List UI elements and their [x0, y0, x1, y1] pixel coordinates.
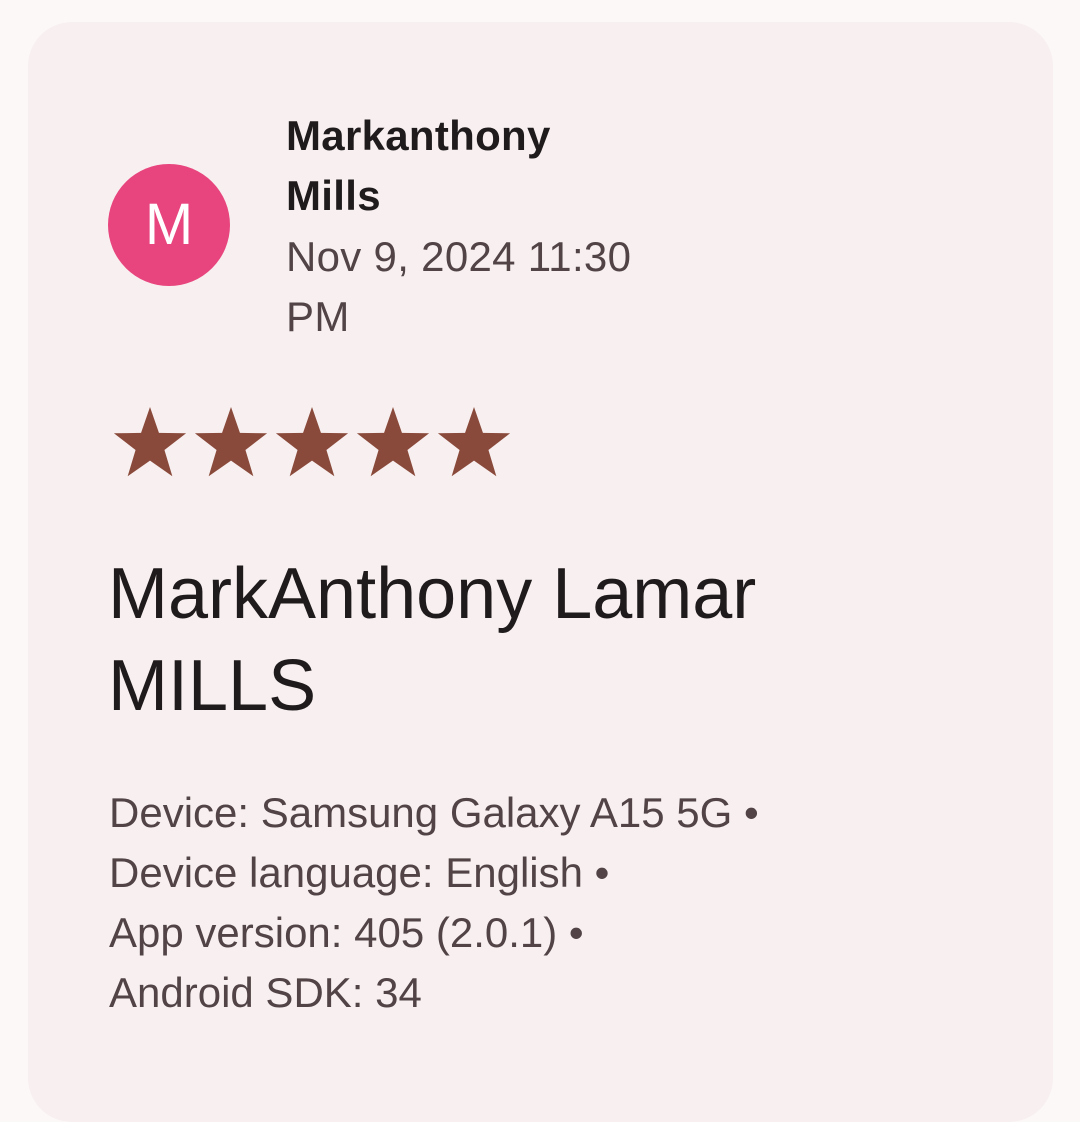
device-info-line: Device: Samsung Galaxy A15 5G • [109, 789, 759, 836]
star-icon [355, 404, 431, 480]
review-title: MarkAnthony Lamar MILLS [108, 548, 988, 732]
star-rating [112, 404, 512, 480]
reviewer-name: Markanthony Mills [286, 106, 626, 226]
star-icon [274, 404, 350, 480]
review-date: Nov 9, 2024 11:30 PM [286, 227, 706, 347]
reviewer-name-line-1: Markanthony [286, 112, 551, 159]
star-icon [436, 404, 512, 480]
device-info-line: Android SDK: 34 [109, 969, 422, 1016]
reviewer-name-line-2: Mills [286, 172, 381, 219]
review-title-line-1: MarkAnthony Lamar [108, 554, 757, 634]
avatar-initial: M [144, 192, 194, 257]
review-date-line-1: Nov 9, 2024 11:30 [286, 233, 632, 280]
review-title-line-2: MILLS [108, 646, 317, 726]
review-date-line-2: PM [286, 293, 350, 340]
device-info-line: Device language: English • [109, 849, 610, 896]
star-icon [193, 404, 269, 480]
avatar: M [108, 164, 230, 286]
device-info-line: App version: 405 (2.0.1) • [109, 909, 584, 956]
device-info: Device: Samsung Galaxy A15 5G • Device la… [109, 783, 979, 1023]
star-icon [112, 404, 188, 480]
